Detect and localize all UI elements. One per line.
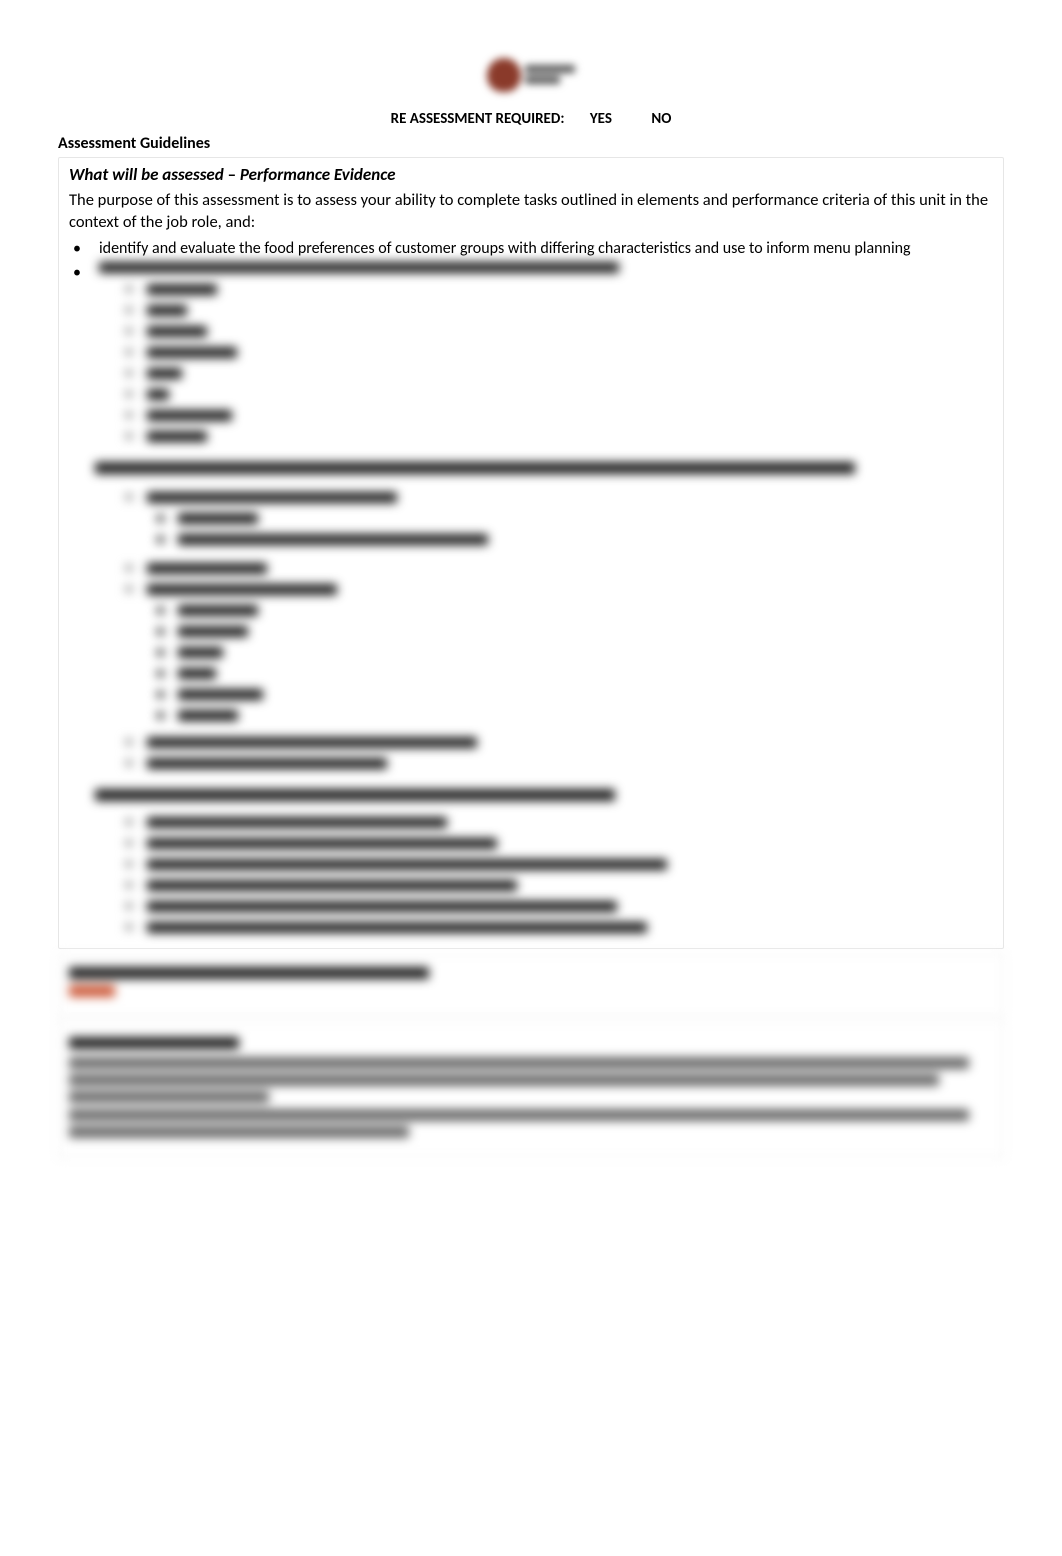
guidelines-heading: Assessment Guidelines [58, 134, 1004, 153]
section-subheading: What will be assessed – Performance Evid… [69, 164, 993, 185]
obscured-section-3 [58, 1021, 1004, 1158]
reassessment-label: RE ASSESSMENT REQUIRED: [391, 110, 565, 128]
subheading-dash: – [224, 164, 240, 185]
obscured-content [69, 279, 993, 938]
performance-evidence-section: What will be assessed – Performance Evid… [58, 157, 1004, 949]
bullet-item-obscured [73, 262, 993, 273]
bullet-item: identify and evaluate the food preferenc… [73, 238, 993, 260]
reassessment-no: NO [651, 110, 671, 128]
reassessment-row: RE ASSESSMENT REQUIRED: YES NO [58, 110, 1004, 128]
obscured-section-2 [58, 953, 1004, 1017]
bullet-list: identify and evaluate the food preferenc… [69, 238, 993, 273]
subheading-part-a: What will be assessed [69, 164, 224, 185]
reassessment-yes: YES [590, 110, 612, 128]
subheading-part-b: Performance Evidence [240, 164, 396, 185]
brand-logo [476, 50, 586, 100]
section-intro: The purpose of this assessment is to ass… [69, 189, 993, 234]
